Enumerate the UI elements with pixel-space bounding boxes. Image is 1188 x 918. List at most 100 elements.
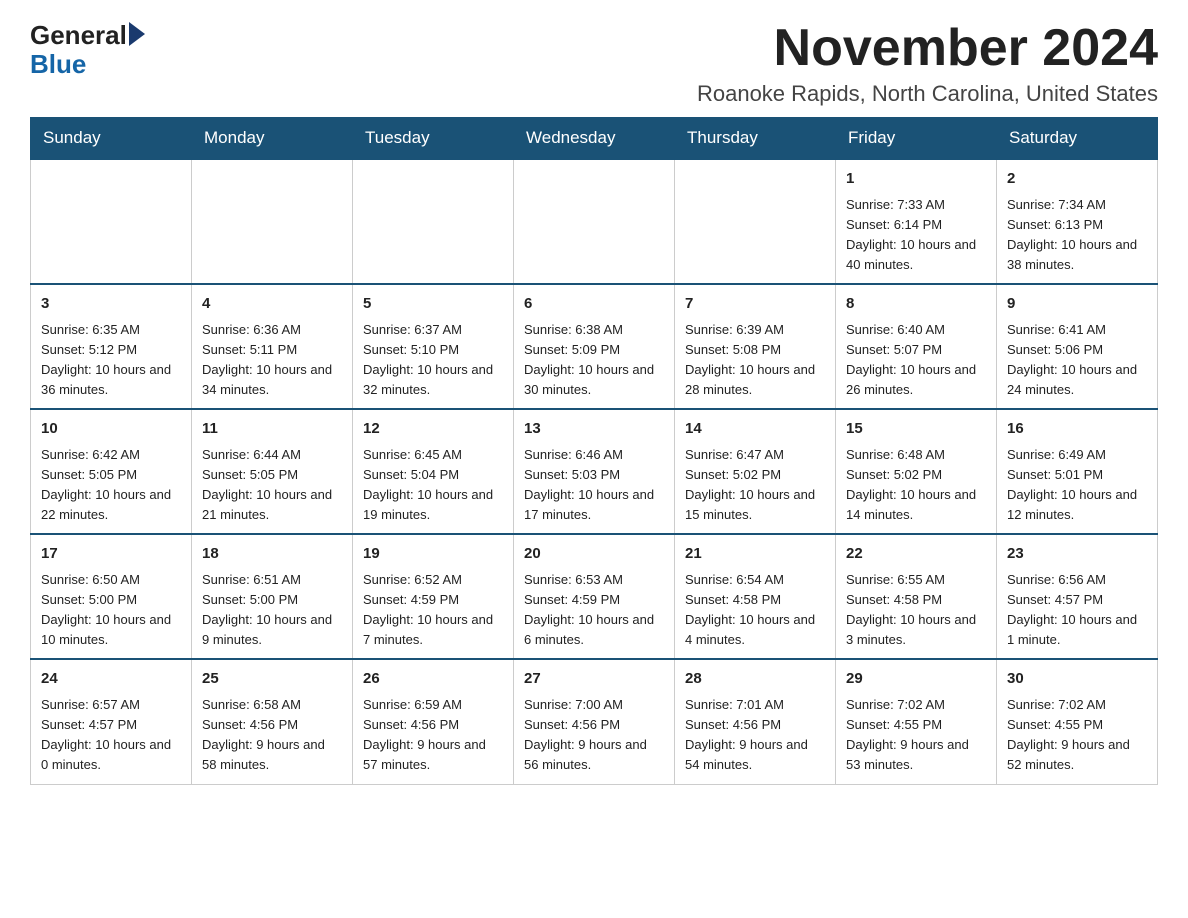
- day-number: 17: [41, 543, 181, 566]
- day-header-wednesday: Wednesday: [514, 118, 675, 160]
- calendar-day: 18 Sunrise: 6:51 AM Sunset: 5:00 PM Dayli…: [192, 534, 353, 659]
- day-info: Sunrise: 6:36 AM Sunset: 5:11 PM Dayligh…: [202, 320, 342, 401]
- day-info: Sunrise: 6:44 AM Sunset: 5:05 PM Dayligh…: [202, 445, 342, 526]
- day-number: 16: [1007, 418, 1147, 441]
- day-number: 29: [846, 668, 986, 691]
- day-number: 5: [363, 293, 503, 316]
- month-title: November 2024: [697, 20, 1158, 77]
- calendar-day: 7Sunrise: 6:39 AM Sunset: 5:08 PM Daylig…: [675, 284, 836, 409]
- week-row-4: 24Sunrise: 6:57 AM Sunset: 4:57 PM Dayli…: [31, 659, 1158, 784]
- logo-blue-text: Blue: [30, 49, 86, 80]
- calendar-table: SundayMondayTuesdayWednesdayThursdayFrid…: [30, 117, 1158, 784]
- calendar-day: 27 Sunrise: 7:00 AM Sunset: 4:56 PM Dayli…: [514, 659, 675, 784]
- day-info: Sunrise: 6:50 AM Sunset: 5:00 PM Dayligh…: [41, 570, 181, 651]
- day-number: 28: [685, 668, 825, 691]
- day-info: Sunrise: 7:02 AM Sunset: 4:55 PM Dayligh…: [1007, 695, 1147, 776]
- day-info: Sunrise: 6:55 AM Sunset: 4:58 PM Dayligh…: [846, 570, 986, 651]
- day-info: Sunrise: 6:45 AM Sunset: 5:04 PM Dayligh…: [363, 445, 503, 526]
- calendar-day: 9 Sunrise: 6:41 AM Sunset: 5:06 PM Daylig…: [997, 284, 1158, 409]
- calendar-day: 17 Sunrise: 6:50 AM Sunset: 5:00 PM Dayli…: [31, 534, 192, 659]
- day-info: Sunrise: 6:54 AM Sunset: 4:58 PM Dayligh…: [685, 570, 825, 651]
- day-number: 19: [363, 543, 503, 566]
- calendar-day: 2 Sunrise: 7:34 AM Sunset: 6:13 PM Daylig…: [997, 159, 1158, 284]
- day-header-tuesday: Tuesday: [353, 118, 514, 160]
- calendar-day: [675, 159, 836, 284]
- day-info: Sunrise: 6:58 AM Sunset: 4:56 PM Dayligh…: [202, 695, 342, 776]
- day-info: Sunrise: 6:49 AM Sunset: 5:01 PM Dayligh…: [1007, 445, 1147, 526]
- location-title: Roanoke Rapids, North Carolina, United S…: [697, 81, 1158, 107]
- day-number: 26: [363, 668, 503, 691]
- calendar-day: 16 Sunrise: 6:49 AM Sunset: 5:01 PM Dayli…: [997, 409, 1158, 534]
- week-row-2: 10 Sunrise: 6:42 AM Sunset: 5:05 PM Dayli…: [31, 409, 1158, 534]
- calendar-day: 30 Sunrise: 7:02 AM Sunset: 4:55 PM Dayli…: [997, 659, 1158, 784]
- day-number: 15: [846, 418, 986, 441]
- day-number: 30: [1007, 668, 1147, 691]
- day-info: Sunrise: 7:34 AM Sunset: 6:13 PM Dayligh…: [1007, 195, 1147, 276]
- day-info: Sunrise: 6:42 AM Sunset: 5:05 PM Dayligh…: [41, 445, 181, 526]
- header: General Blue November 2024 Roanoke Rapid…: [30, 20, 1158, 107]
- day-info: Sunrise: 7:00 AM Sunset: 4:56 PM Dayligh…: [524, 695, 664, 776]
- logo: General Blue: [30, 20, 145, 80]
- day-number: 13: [524, 418, 664, 441]
- day-info: Sunrise: 7:33 AM Sunset: 6:14 PM Dayligh…: [846, 195, 986, 276]
- day-info: Sunrise: 6:51 AM Sunset: 5:00 PM Dayligh…: [202, 570, 342, 651]
- calendar-day: 29 Sunrise: 7:02 AM Sunset: 4:55 PM Dayli…: [836, 659, 997, 784]
- day-info: Sunrise: 6:40 AM Sunset: 5:07 PM Dayligh…: [846, 320, 986, 401]
- day-number: 24: [41, 668, 181, 691]
- day-number: 8: [846, 293, 986, 316]
- day-info: Sunrise: 6:48 AM Sunset: 5:02 PM Dayligh…: [846, 445, 986, 526]
- day-number: 7: [685, 293, 825, 316]
- calendar-day: 24Sunrise: 6:57 AM Sunset: 4:57 PM Dayli…: [31, 659, 192, 784]
- day-number: 1: [846, 168, 986, 191]
- calendar-day: 5 Sunrise: 6:37 AM Sunset: 5:10 PM Daylig…: [353, 284, 514, 409]
- calendar-day: 20 Sunrise: 6:53 AM Sunset: 4:59 PM Dayli…: [514, 534, 675, 659]
- calendar-day: 4 Sunrise: 6:36 AM Sunset: 5:11 PM Daylig…: [192, 284, 353, 409]
- calendar-day: 15 Sunrise: 6:48 AM Sunset: 5:02 PM Dayli…: [836, 409, 997, 534]
- day-number: 9: [1007, 293, 1147, 316]
- day-info: Sunrise: 7:02 AM Sunset: 4:55 PM Dayligh…: [846, 695, 986, 776]
- calendar-day: 10 Sunrise: 6:42 AM Sunset: 5:05 PM Dayli…: [31, 409, 192, 534]
- day-info: Sunrise: 6:38 AM Sunset: 5:09 PM Dayligh…: [524, 320, 664, 401]
- day-info: Sunrise: 6:41 AM Sunset: 5:06 PM Dayligh…: [1007, 320, 1147, 401]
- calendar-day: 25 Sunrise: 6:58 AM Sunset: 4:56 PM Dayli…: [192, 659, 353, 784]
- day-number: 2: [1007, 168, 1147, 191]
- calendar-day: 3Sunrise: 6:35 AM Sunset: 5:12 PM Daylig…: [31, 284, 192, 409]
- day-header-saturday: Saturday: [997, 118, 1158, 160]
- calendar-day: 26 Sunrise: 6:59 AM Sunset: 4:56 PM Dayli…: [353, 659, 514, 784]
- title-area: November 2024 Roanoke Rapids, North Caro…: [697, 20, 1158, 107]
- day-number: 21: [685, 543, 825, 566]
- day-number: 20: [524, 543, 664, 566]
- day-number: 18: [202, 543, 342, 566]
- day-info: Sunrise: 6:53 AM Sunset: 4:59 PM Dayligh…: [524, 570, 664, 651]
- calendar-day: [514, 159, 675, 284]
- calendar-day: 8 Sunrise: 6:40 AM Sunset: 5:07 PM Daylig…: [836, 284, 997, 409]
- calendar-day: 11Sunrise: 6:44 AM Sunset: 5:05 PM Dayli…: [192, 409, 353, 534]
- day-info: Sunrise: 6:47 AM Sunset: 5:02 PM Dayligh…: [685, 445, 825, 526]
- day-header-monday: Monday: [192, 118, 353, 160]
- day-header-row: SundayMondayTuesdayWednesdayThursdayFrid…: [31, 118, 1158, 160]
- day-number: 25: [202, 668, 342, 691]
- day-number: 14: [685, 418, 825, 441]
- day-number: 10: [41, 418, 181, 441]
- day-number: 27: [524, 668, 664, 691]
- week-row-3: 17 Sunrise: 6:50 AM Sunset: 5:00 PM Dayli…: [31, 534, 1158, 659]
- calendar-day: 12 Sunrise: 6:45 AM Sunset: 5:04 PM Dayli…: [353, 409, 514, 534]
- day-number: 3: [41, 293, 181, 316]
- day-number: 12: [363, 418, 503, 441]
- logo-arrow-icon: [129, 22, 145, 46]
- week-row-1: 3Sunrise: 6:35 AM Sunset: 5:12 PM Daylig…: [31, 284, 1158, 409]
- calendar-day: 28 Sunrise: 7:01 AM Sunset: 4:56 PM Dayli…: [675, 659, 836, 784]
- calendar-day: 13 Sunrise: 6:46 AM Sunset: 5:03 PM Dayli…: [514, 409, 675, 534]
- day-number: 6: [524, 293, 664, 316]
- day-info: Sunrise: 6:59 AM Sunset: 4:56 PM Dayligh…: [363, 695, 503, 776]
- calendar-header: SundayMondayTuesdayWednesdayThursdayFrid…: [31, 118, 1158, 160]
- day-number: 4: [202, 293, 342, 316]
- day-info: Sunrise: 7:01 AM Sunset: 4:56 PM Dayligh…: [685, 695, 825, 776]
- day-info: Sunrise: 6:46 AM Sunset: 5:03 PM Dayligh…: [524, 445, 664, 526]
- calendar-day: 21 Sunrise: 6:54 AM Sunset: 4:58 PM Dayli…: [675, 534, 836, 659]
- day-header-sunday: Sunday: [31, 118, 192, 160]
- calendar-day: 22Sunrise: 6:55 AM Sunset: 4:58 PM Dayli…: [836, 534, 997, 659]
- day-info: Sunrise: 6:37 AM Sunset: 5:10 PM Dayligh…: [363, 320, 503, 401]
- logo-general-text: General: [30, 20, 127, 51]
- calendar-day: [31, 159, 192, 284]
